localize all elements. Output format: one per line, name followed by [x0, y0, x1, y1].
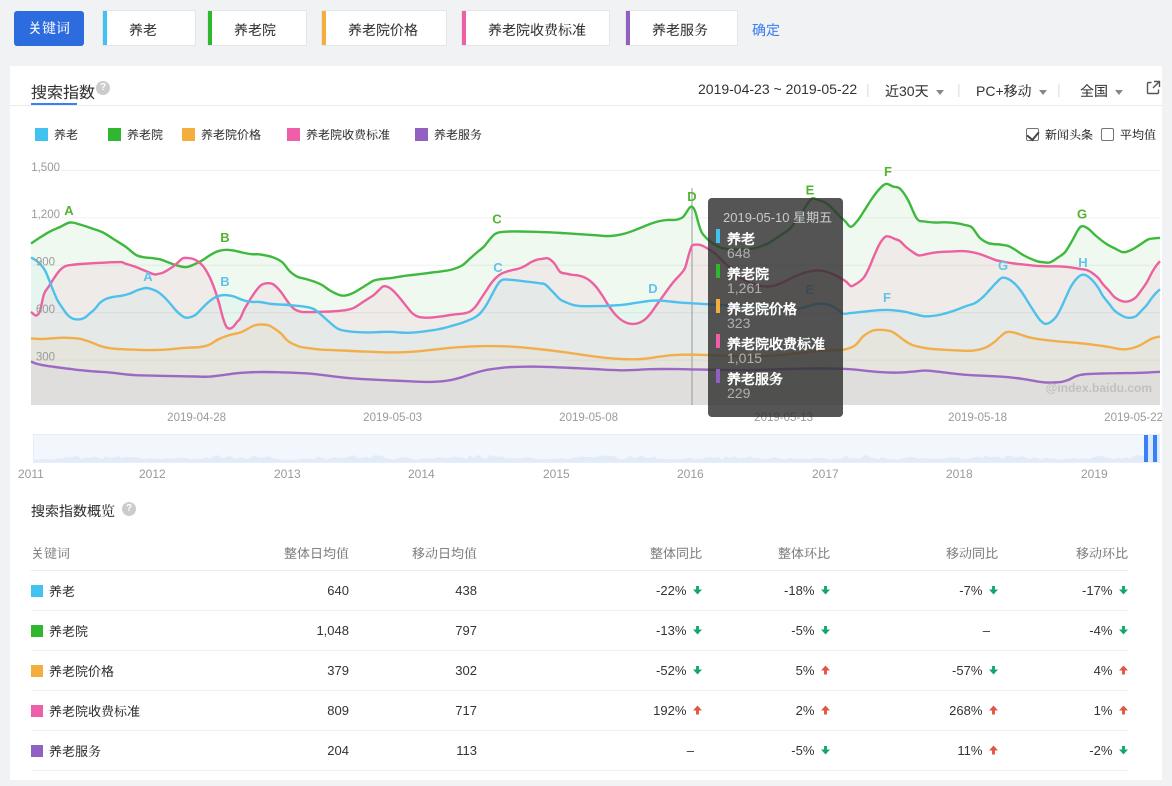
svg-text:G: G [1077, 207, 1087, 222]
svg-text:2019-05-18: 2019-05-18 [948, 412, 1007, 424]
svg-text:@index.baidu.com: @index.baidu.com [1046, 381, 1152, 395]
svg-text:1,200: 1,200 [31, 209, 60, 221]
svg-text:G: G [998, 258, 1008, 273]
svg-text:A: A [143, 269, 153, 284]
svg-text:B: B [220, 230, 229, 245]
svg-text:E: E [806, 183, 815, 198]
svg-text:1,500: 1,500 [31, 162, 60, 174]
svg-text:D: D [648, 281, 657, 296]
svg-text:F: F [883, 290, 891, 305]
svg-text:900: 900 [36, 257, 55, 269]
svg-text:C: C [492, 212, 502, 227]
svg-text:B: B [220, 274, 229, 289]
svg-text:C: C [493, 260, 503, 275]
svg-text:2019-04-28: 2019-04-28 [167, 412, 226, 424]
svg-text:600: 600 [36, 304, 55, 316]
svg-text:F: F [884, 164, 892, 179]
svg-text:2019-05-22: 2019-05-22 [1104, 412, 1162, 424]
svg-text:300: 300 [36, 352, 55, 364]
svg-text:H: H [1078, 255, 1087, 270]
svg-text:2019-05-03: 2019-05-03 [363, 412, 422, 424]
svg-text:D: D [687, 189, 696, 204]
svg-text:2019-05-08: 2019-05-08 [559, 412, 618, 424]
svg-text:A: A [64, 203, 74, 218]
